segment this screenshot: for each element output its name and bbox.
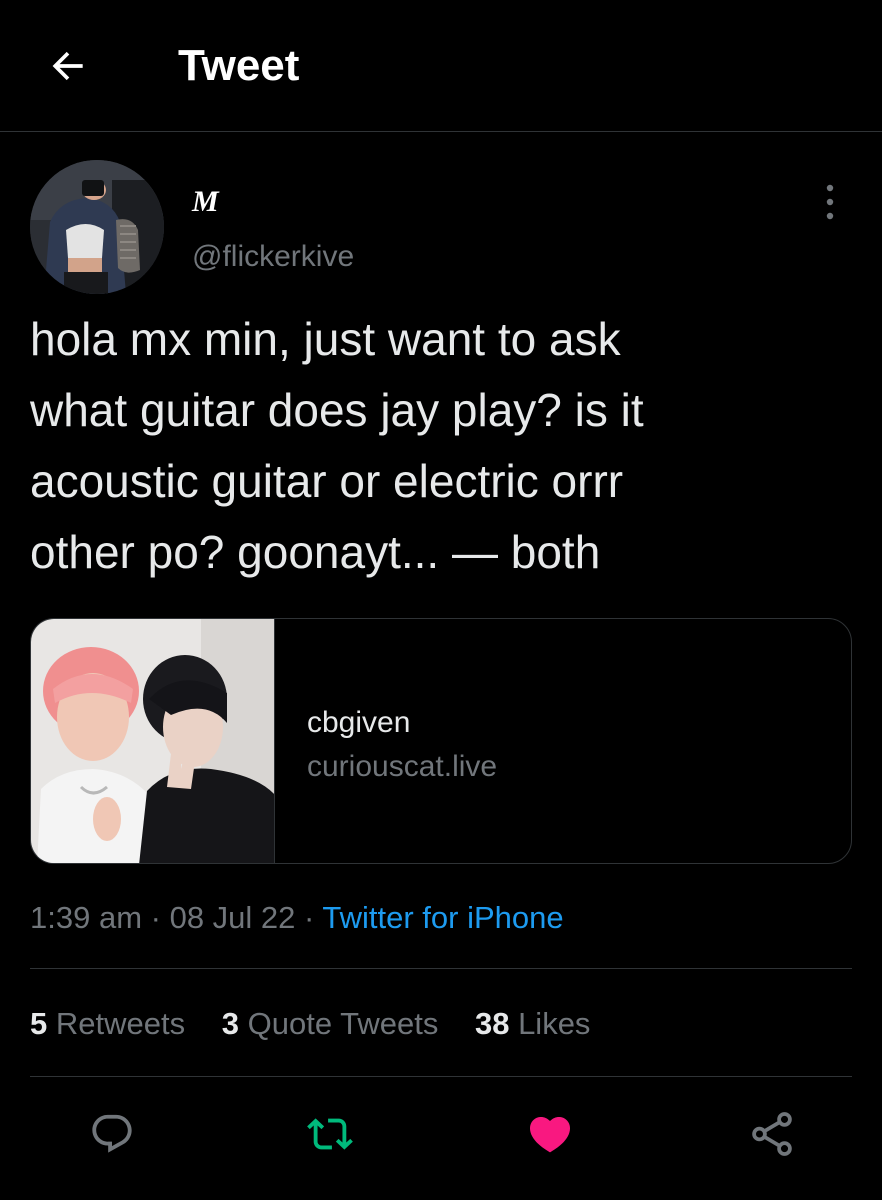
tweet-metadata: 1:39 am · 08 Jul 22 · Twitter for iPhone [30,896,564,940]
heart-icon [529,1117,571,1153]
retweets-count: 5 [30,1006,48,1041]
likes-count: 38 [474,1006,510,1041]
quote-tweets-stat[interactable]: 3 Quote Tweets [222,1002,439,1046]
likes-stat[interactable]: 38 Likes [475,1002,590,1046]
avatar[interactable] [30,160,164,294]
quote-tweets-count: 3 [221,1006,239,1041]
divider [30,968,852,969]
retweets-label: Retweets [55,1006,186,1041]
more-options-button[interactable] [812,180,848,224]
more-vertical-icon [826,184,834,220]
card-thumbnail [31,619,275,863]
top-bar: Tweet [0,0,882,132]
retweet-icon [307,1118,353,1150]
retweet-button[interactable] [304,1108,356,1160]
tweet-source-link[interactable]: Twitter for iPhone [322,900,563,935]
back-button[interactable] [44,42,92,90]
like-button[interactable] [524,1108,576,1160]
reply-icon [92,1114,132,1153]
engagement-stats: 5 Retweets 3 Quote Tweets 38 Likes [30,1002,618,1046]
tweet-date[interactable]: 08 Jul 22 [170,900,296,935]
share-button[interactable] [746,1108,798,1160]
share-icon [752,1112,792,1156]
tweet-time: 1:39 am [30,900,143,935]
avatar-photo [30,160,164,294]
arrow-left-icon [52,51,83,81]
card-domain: curiouscat.live [307,750,498,783]
likes-label: Likes [518,1006,591,1041]
divider [30,1076,852,1077]
card-photo [31,619,274,863]
reply-button[interactable] [86,1108,138,1160]
tweet-text: hola mx min, just want to ask what guita… [30,313,644,578]
link-card[interactable]: cbgiven curiouscat.live [30,618,852,864]
retweets-stat[interactable]: 5 Retweets [30,1002,185,1046]
page-title: Tweet [178,41,300,90]
author-display-name[interactable]: M [192,182,219,222]
author-handle[interactable]: @flickerkive [192,237,354,277]
meta-separator: · [142,900,170,935]
meta-separator: · [295,900,323,935]
card-title: cbgiven [307,706,411,739]
quote-tweets-label: Quote Tweets [247,1006,439,1041]
